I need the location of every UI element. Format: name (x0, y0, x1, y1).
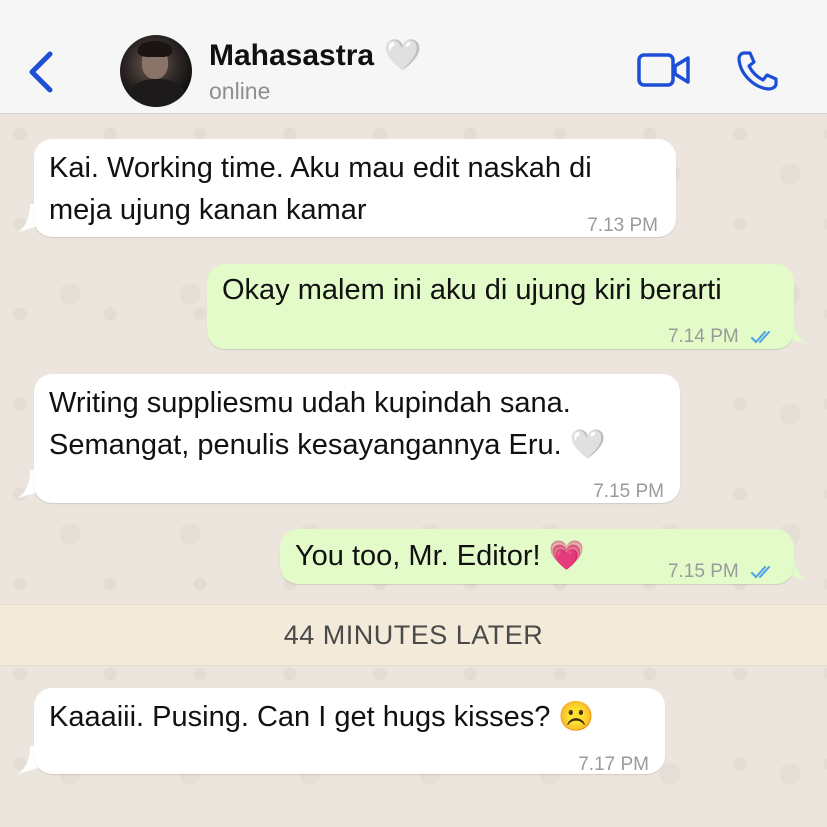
message-incoming[interactable]: Kaaaiii. Pusing. Can I get hugs kisses? … (34, 688, 665, 775)
contact-name[interactable]: Mahasastra 🤍 (209, 38, 421, 73)
message-time-row: 7.15 PM (668, 551, 776, 593)
voice-call-button[interactable] (736, 50, 780, 92)
read-receipt-icon (751, 330, 770, 344)
message-text: Semangat, penulis kesayangannya Eru. 🤍 (49, 429, 606, 461)
message-text: meja ujung kanan kamar (49, 194, 367, 226)
chevron-left-icon (29, 51, 53, 93)
chat-area[interactable]: Kai. Working time. Aku mau edit naskah d… (0, 114, 827, 827)
contact-avatar[interactable] (120, 35, 192, 107)
message-text: Kaaaiii. Pusing. Can I get hugs kisses? … (49, 701, 595, 733)
white-heart-emoji: 🤍 (384, 39, 422, 72)
message-text: Kai. Working time. Aku mau edit naskah d… (49, 152, 592, 184)
message-incoming[interactable]: Kai. Working time. Aku mau edit naskah d… (34, 139, 676, 237)
read-receipt-icon (751, 565, 770, 579)
message-text: Okay malem ini aku di ujung kiri berarti (222, 274, 722, 306)
contact-status: online (209, 78, 271, 104)
message-text: Writing suppliesmu udah kupindah sana. (49, 387, 571, 419)
message-outgoing[interactable]: Okay malem ini aku di ujung kiri berarti… (207, 264, 794, 349)
message-time: 7.14 PM (667, 326, 739, 347)
message-text: You too, Mr. Editor! 💗 (295, 540, 585, 572)
back-button[interactable] (22, 50, 62, 94)
chat-header: Mahasastra 🤍 online (0, 0, 827, 114)
message-incoming[interactable]: Writing suppliesmu udah kupindah sana. S… (34, 374, 680, 503)
video-call-button[interactable] (637, 52, 691, 88)
video-camera-icon (637, 53, 690, 87)
contact-name-text: Mahasastra (209, 38, 375, 72)
message-time: 7.13 PM (587, 215, 658, 236)
message-time: 7.17 PM (578, 754, 649, 775)
message-time: 7.15 PM (593, 481, 664, 502)
message-outgoing[interactable]: You too, Mr. Editor! 💗 7.15 PM (280, 529, 794, 584)
message-time: 7.15 PM (667, 561, 739, 582)
phone-icon (737, 51, 778, 91)
time-gap-divider: 44 MINUTES LATER (0, 604, 827, 666)
message-time-row: 7.14 PM (668, 316, 776, 358)
